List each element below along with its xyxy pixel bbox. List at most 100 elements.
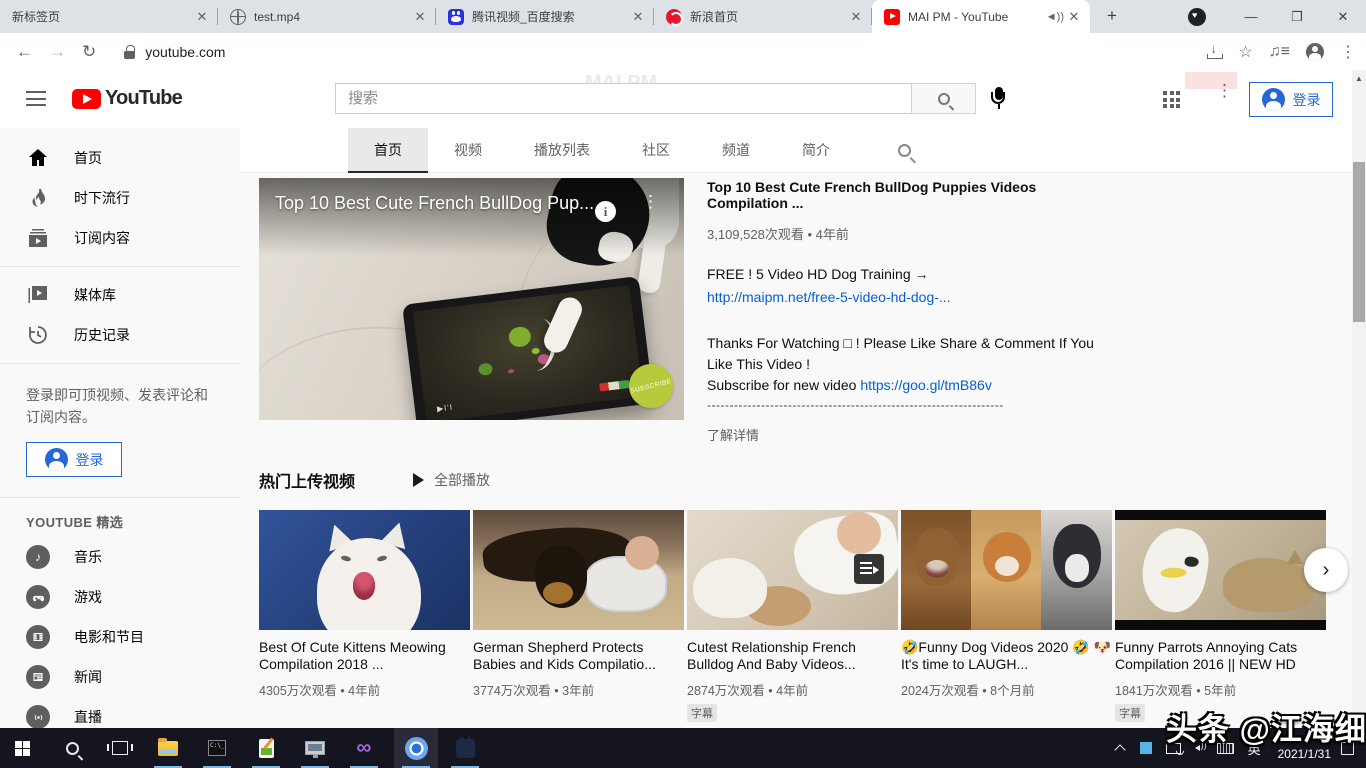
video-card[interactable]: German Shepherd Protects Babies and Kids… bbox=[473, 510, 684, 699]
carousel-next-button[interactable]: › bbox=[1304, 548, 1348, 592]
player-menu-icon[interactable]: ⋮ bbox=[642, 198, 652, 206]
media-controls-icon[interactable]: ♫≡ bbox=[1269, 43, 1290, 61]
description-link[interactable]: http://maipm.net/free-5-video-hd-dog-... bbox=[707, 289, 1109, 305]
search-icon bbox=[938, 93, 950, 105]
video-card[interactable]: Cutest Relationship French Bulldog And B… bbox=[687, 510, 898, 722]
video-card[interactable]: Funny Parrots Annoying Cats Compilation … bbox=[1115, 510, 1326, 722]
description-link[interactable]: https://goo.gl/tmB86v bbox=[860, 377, 992, 393]
browser-profile-avatar[interactable] bbox=[1306, 43, 1324, 61]
sidebar-item-trending[interactable]: 时下流行 bbox=[0, 178, 240, 218]
back-icon[interactable]: ← bbox=[16, 42, 33, 62]
tray-expand-icon[interactable] bbox=[1116, 743, 1126, 753]
sidebar-item-home[interactable]: 首页 bbox=[0, 138, 240, 178]
tab-test-mp4[interactable]: test.mp4 ✕ bbox=[218, 0, 436, 33]
forward-icon[interactable]: → bbox=[49, 42, 66, 62]
sidebar-item-news[interactable]: 新闻 bbox=[0, 657, 240, 697]
channel-tab-channels[interactable]: 频道 bbox=[696, 128, 776, 172]
channel-search-icon[interactable] bbox=[898, 128, 911, 172]
tab-new-page[interactable]: 新标签页 ✕ bbox=[0, 0, 218, 33]
browser-menu-icon[interactable]: ⋮ bbox=[1340, 42, 1356, 62]
video-thumbnail-kitten[interactable] bbox=[259, 510, 470, 630]
channel-tab-community[interactable]: 社区 bbox=[616, 128, 696, 172]
channel-tab-about[interactable]: 简介 bbox=[776, 128, 856, 172]
sidebar-item-subscriptions[interactable]: 订阅内容 bbox=[0, 218, 240, 258]
maximize-button[interactable]: ❐ bbox=[1274, 0, 1320, 33]
tab-youtube-active[interactable]: MAI PM - YouTube ◄)) ✕ bbox=[872, 0, 1090, 33]
visual-studio-icon[interactable]: ∞ bbox=[342, 728, 386, 768]
video-card[interactable]: 🤣Funny Dog Videos 2020 🤣 🐶 It's time to … bbox=[901, 510, 1112, 699]
bookmark-star-icon[interactable]: ☆ bbox=[1238, 42, 1252, 62]
info-icon[interactable]: i bbox=[595, 201, 616, 222]
sidebar-item-live[interactable]: 直播 bbox=[0, 697, 240, 728]
sidebar-item-gaming[interactable]: 游戏 bbox=[0, 577, 240, 617]
close-button[interactable]: ✕ bbox=[1320, 0, 1366, 33]
youtube-logo[interactable]: YouTube bbox=[72, 87, 182, 110]
tab-close-icon[interactable]: ✕ bbox=[1066, 9, 1082, 25]
download-icon[interactable] bbox=[1206, 44, 1222, 60]
file-explorer-icon[interactable] bbox=[146, 728, 190, 768]
uploads-section-header: 热门上传视频 全部播放 bbox=[259, 468, 490, 492]
tab-audio-icon[interactable]: ◄)) bbox=[1046, 11, 1064, 23]
video-thumbnail-bulldog-baby[interactable] bbox=[687, 510, 898, 630]
youtube-logo-text: YouTube bbox=[105, 87, 182, 110]
extension-badge-icon[interactable] bbox=[1188, 8, 1206, 26]
player-video-title: Top 10 Best Cute French BullDog Pup... bbox=[275, 193, 594, 214]
hamburger-menu-icon[interactable] bbox=[26, 91, 46, 106]
more-options-icon[interactable]: ⋮ bbox=[1216, 87, 1226, 95]
video-card-title[interactable]: 🤣Funny Dog Videos 2020 🤣 🐶 It's time to … bbox=[901, 639, 1112, 673]
dark-app-icon[interactable] bbox=[443, 728, 487, 768]
signin-button[interactable]: 登录 bbox=[1249, 82, 1333, 117]
sidebar-item-music[interactable]: ♪ 音乐 bbox=[0, 537, 240, 577]
page-scrollbar[interactable]: ▲ ▼ bbox=[1352, 70, 1366, 728]
chrome-icon[interactable] bbox=[394, 728, 438, 768]
tab-close-icon[interactable]: ✕ bbox=[194, 9, 210, 25]
channel-tab-home[interactable]: 首页 bbox=[348, 128, 428, 172]
library-icon bbox=[26, 283, 50, 307]
tab-tencent-video[interactable]: 腾讯视频_百度搜索 ✕ bbox=[436, 0, 654, 33]
new-tab-button[interactable]: + bbox=[1098, 3, 1126, 31]
scrollbar-thumb[interactable] bbox=[1353, 162, 1365, 322]
scroll-up-arrow-icon[interactable]: ▲ bbox=[1352, 74, 1366, 83]
padlock-icon[interactable] bbox=[124, 45, 135, 59]
windows-logo-icon bbox=[15, 741, 30, 756]
text-editor-icon[interactable] bbox=[244, 728, 288, 768]
address-bar[interactable]: youtube.com bbox=[145, 44, 225, 60]
voice-search-mic-icon[interactable] bbox=[988, 87, 1010, 111]
tab-sina-home[interactable]: 新浪首页 ✕ bbox=[654, 0, 872, 33]
reload-icon[interactable]: ↻ bbox=[82, 42, 96, 62]
sidebar-item-history[interactable]: 历史记录 bbox=[0, 315, 240, 355]
player-title-gradient bbox=[259, 178, 684, 256]
video-card[interactable]: Best Of Cute Kittens Meowing Compilation… bbox=[259, 510, 470, 699]
screen-recorder-icon[interactable] bbox=[293, 728, 337, 768]
sidebar-item-label: 订阅内容 bbox=[74, 228, 130, 248]
apps-grid-icon[interactable] bbox=[1163, 91, 1180, 108]
video-player[interactable]: ▶I'I Top 10 Best Cute French BullDog Pup… bbox=[259, 178, 684, 420]
start-button[interactable] bbox=[0, 728, 44, 768]
video-card-title[interactable]: Funny Parrots Annoying Cats Compilation … bbox=[1115, 639, 1326, 673]
video-card-title[interactable]: Best Of Cute Kittens Meowing Compilation… bbox=[259, 639, 470, 673]
tab-close-icon[interactable]: ✕ bbox=[630, 9, 646, 25]
task-view-icon[interactable] bbox=[98, 728, 142, 768]
video-card-title[interactable]: Cutest Relationship French Bulldog And B… bbox=[687, 639, 898, 673]
tab-close-icon[interactable]: ✕ bbox=[848, 9, 864, 25]
film-icon bbox=[26, 625, 50, 649]
search-input[interactable] bbox=[335, 83, 911, 114]
search-button[interactable] bbox=[911, 83, 976, 114]
minimize-button[interactable]: — bbox=[1228, 0, 1274, 33]
taskbar-search-icon[interactable] bbox=[50, 728, 94, 768]
video-thumbnail-three-dogs[interactable] bbox=[901, 510, 1112, 630]
video-card-meta: 2024万次观看 • 8个月前 bbox=[901, 680, 1112, 699]
tab-close-icon[interactable]: ✕ bbox=[412, 9, 428, 25]
video-thumbnail-shepherd[interactable] bbox=[473, 510, 684, 630]
video-thumbnail-parrot-cat[interactable] bbox=[1115, 510, 1326, 630]
play-all-button[interactable]: 全部播放 bbox=[413, 470, 490, 490]
show-more-link[interactable]: 了解详情 bbox=[707, 425, 1109, 444]
tray-app-icon[interactable] bbox=[1140, 742, 1152, 754]
video-card-title[interactable]: German Shepherd Protects Babies and Kids… bbox=[473, 639, 684, 673]
command-prompt-icon[interactable]: C:\_ bbox=[195, 728, 239, 768]
sidebar-item-movies[interactable]: 电影和节目 bbox=[0, 617, 240, 657]
channel-tab-playlists[interactable]: 播放列表 bbox=[508, 128, 616, 172]
channel-tab-videos[interactable]: 视频 bbox=[428, 128, 508, 172]
sidebar-signin-button[interactable]: 登录 bbox=[26, 442, 122, 477]
sidebar-item-library[interactable]: 媒体库 bbox=[0, 275, 240, 315]
